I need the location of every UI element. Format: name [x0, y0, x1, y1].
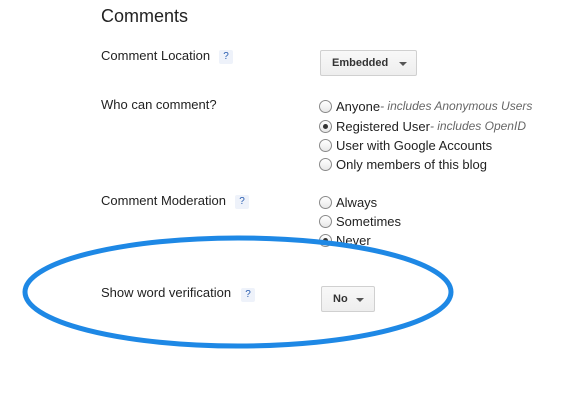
word-verification-help-icon[interactable]: ? — [241, 288, 255, 302]
comment-location-label: Comment Location — [101, 48, 211, 63]
radio-button[interactable] — [319, 99, 332, 113]
comment-moderation-help-icon[interactable]: ? — [235, 195, 249, 209]
radio-option-always[interactable]: Always — [319, 193, 377, 211]
radio-hint: - includes OpenID — [429, 119, 526, 133]
radio-label: Only members of this blog — [336, 156, 488, 172]
radio-option-google-accounts[interactable]: User with Google Accounts — [319, 136, 492, 154]
chevron-down-icon — [356, 298, 364, 302]
word-verification-label: Show word verification — [101, 285, 232, 300]
radio-label: Registered User — [336, 118, 430, 134]
radio-button[interactable] — [319, 233, 332, 247]
radio-label: Never — [336, 232, 371, 248]
radio-option-never[interactable]: Never — [319, 231, 371, 249]
radio-label: User with Google Accounts — [336, 137, 493, 153]
radio-label: Sometimes — [336, 213, 402, 229]
radio-label: Always — [336, 194, 378, 210]
radio-button[interactable] — [319, 195, 332, 209]
radio-option-members-only[interactable]: Only members of this blog — [319, 155, 487, 173]
radio-option-sometimes[interactable]: Sometimes — [319, 212, 401, 230]
radio-option-anyone[interactable]: Anyone - includes Anonymous Users — [319, 97, 532, 115]
radio-label: Anyone — [336, 98, 381, 114]
section-title: Comments — [101, 6, 189, 26]
highlight-ellipse — [22, 235, 454, 349]
radio-button[interactable] — [319, 214, 332, 228]
chevron-down-icon — [399, 62, 407, 66]
word-verification-dropdown[interactable]: No — [321, 286, 375, 312]
radio-option-registered-user[interactable]: Registered User - includes OpenID — [319, 117, 526, 135]
radio-button[interactable] — [319, 119, 332, 133]
word-verification-dropdown-value: No — [333, 293, 348, 305]
comment-location-help-icon[interactable]: ? — [219, 50, 233, 64]
who-can-comment-label: Who can comment? — [101, 97, 217, 112]
radio-button[interactable] — [319, 157, 332, 171]
radio-button[interactable] — [319, 138, 332, 152]
comment-moderation-label: Comment Moderation — [101, 193, 226, 208]
comment-location-dropdown-value: Embedded — [332, 57, 389, 69]
radio-hint: - includes Anonymous Users — [380, 99, 533, 113]
comment-location-dropdown[interactable]: Embedded — [320, 50, 417, 76]
